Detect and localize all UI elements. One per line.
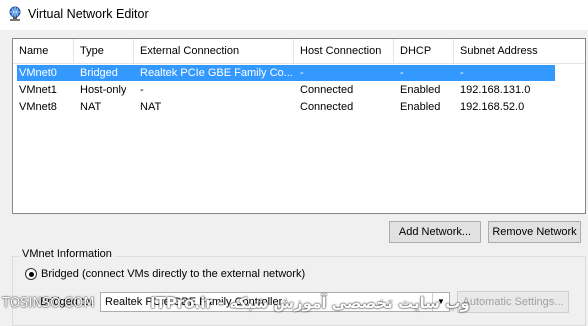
title-bar: Virtual Network Editor <box>0 0 588 30</box>
vmnet-information-label: VMnet Information <box>19 248 115 260</box>
cell-host: Connected <box>300 101 354 113</box>
cell-type: Bridged <box>80 67 118 79</box>
cell-name: VMnet1 <box>19 84 57 96</box>
cell-subnet: 192.168.131.0 <box>460 84 531 96</box>
column-header-dhcp[interactable]: DHCP <box>394 39 454 63</box>
column-header-subnet-address[interactable]: Subnet Address <box>454 39 554 63</box>
watermark-left: TOSINSO.COM <box>2 296 95 311</box>
add-network-button[interactable]: Add Network... <box>389 221 481 243</box>
cell-dhcp: - <box>400 67 404 79</box>
radio-selected-dot <box>28 271 34 277</box>
automatic-settings-button[interactable]: Automatic Settings... <box>457 291 569 313</box>
column-header-type[interactable]: Type <box>74 39 134 63</box>
cell-name: VMnet8 <box>19 101 57 113</box>
cell-name: VMnet0 <box>19 67 57 79</box>
cell-type: NAT <box>80 101 102 113</box>
networks-table[interactable]: Name Type External Connection Host Conne… <box>12 38 586 214</box>
cell-external: - <box>140 84 144 96</box>
cell-subnet: 192.168.52.0 <box>460 101 525 113</box>
table-header: Name Type External Connection Host Conne… <box>13 39 585 64</box>
column-header-external-connection[interactable]: External Connection <box>134 39 294 63</box>
cell-dhcp: Enabled <box>400 84 441 96</box>
cell-host: Connected <box>300 84 354 96</box>
column-header-host-connection[interactable]: Host Connection <box>294 39 394 63</box>
network-globe-icon <box>9 6 21 21</box>
cell-host: - <box>300 67 304 79</box>
window-title: Virtual Network Editor <box>28 7 149 21</box>
remove-network-button[interactable]: Remove Network <box>488 221 581 243</box>
bridged-radio-label[interactable]: Bridged (connect VMs directly to the ext… <box>41 268 305 280</box>
bridged-radio[interactable] <box>25 268 37 280</box>
table-row[interactable]: VMnet8 NAT NAT Connected Enabled 192.168… <box>17 99 555 115</box>
table-row[interactable]: VMnet0 Bridged Realtek PCIe GBE Family C… <box>17 65 555 81</box>
watermark-right: ITPro.ir - وب سایت تخصصی آموزش شبکه <box>150 294 470 312</box>
cell-subnet: - <box>460 67 464 79</box>
cell-external: NAT <box>140 101 162 113</box>
cell-external: Realtek PCIe GBE Family Co... <box>140 67 293 79</box>
cell-dhcp: Enabled <box>400 101 441 113</box>
table-row[interactable]: VMnet1 Host-only - Connected Enabled 192… <box>17 82 555 98</box>
column-header-name[interactable]: Name <box>13 39 74 63</box>
cell-type: Host-only <box>80 84 127 96</box>
